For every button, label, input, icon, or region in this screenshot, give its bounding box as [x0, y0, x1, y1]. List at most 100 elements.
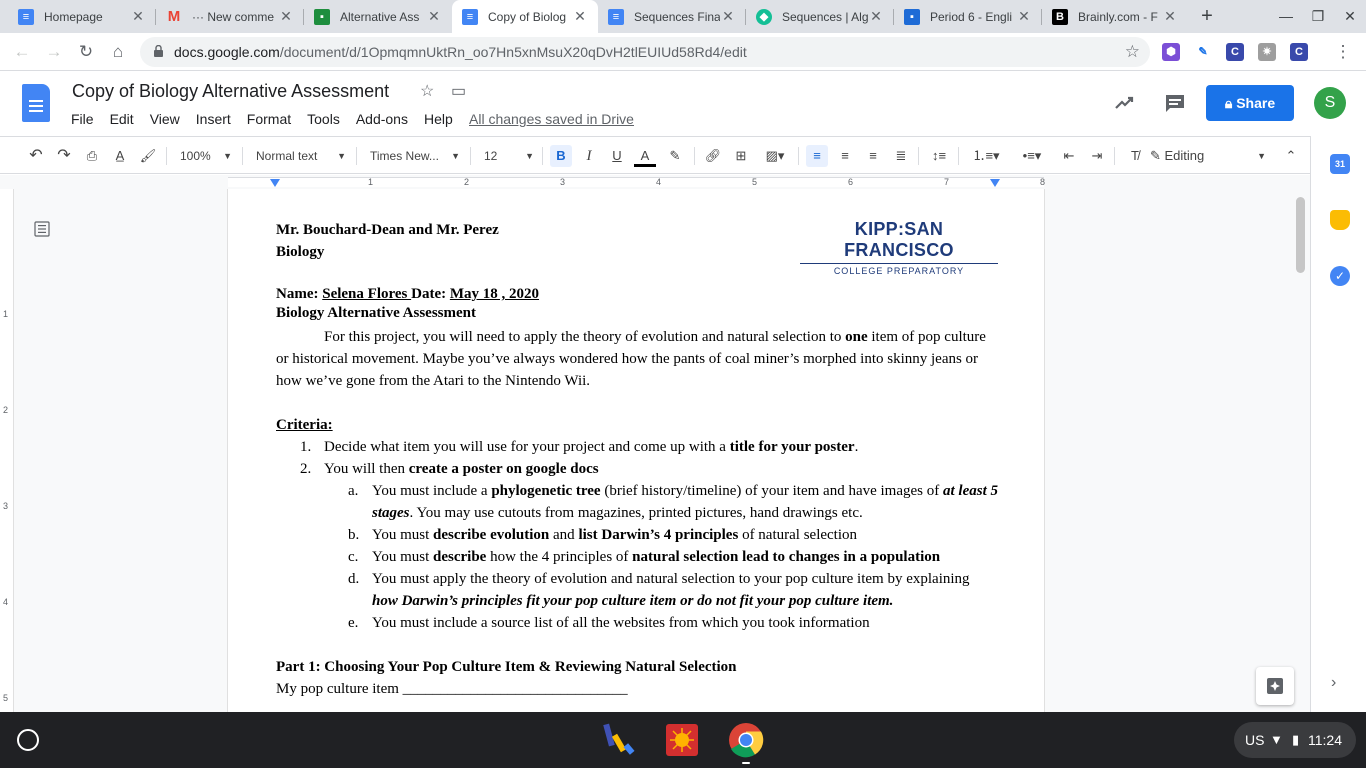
italic-button[interactable]: I — [578, 145, 600, 167]
game-app-icon[interactable] — [664, 722, 700, 758]
menu-view[interactable]: View — [142, 109, 188, 129]
insert-image-icon[interactable]: ▨▾ — [758, 145, 792, 167]
font-select[interactable]: Times New... ▼ — [370, 145, 460, 167]
forward-icon[interactable]: → — [41, 39, 67, 65]
minimize-icon[interactable]: — — [1270, 0, 1302, 33]
extension-puzzle-icon[interactable]: ⬢ — [1162, 43, 1180, 61]
paint-format-icon[interactable]: 🖌︎ — [138, 145, 158, 167]
clear-formatting-icon[interactable]: T̸ — [1124, 145, 1146, 167]
calendar-icon[interactable]: 31 — [1330, 154, 1350, 174]
redo-icon[interactable]: ↷ — [54, 145, 74, 167]
document-body[interactable]: Mr. Bouchard-Dean and Mr. Perez Biology … — [276, 219, 998, 700]
tasks-icon[interactable]: ✓ — [1330, 266, 1350, 286]
menu-tools[interactable]: Tools — [299, 109, 348, 129]
close-icon[interactable]: ✕ — [278, 8, 294, 25]
chevron-down-icon: ▼ — [223, 151, 232, 161]
vertical-scrollbar[interactable] — [1296, 197, 1305, 273]
close-icon[interactable]: ✕ — [1162, 8, 1178, 25]
status-tray[interactable]: US ▼ ▮ 11:24 — [1234, 722, 1356, 758]
collapse-toolbar-icon[interactable]: ⌃ — [1280, 145, 1302, 167]
extension-c-icon[interactable]: C — [1226, 43, 1244, 61]
align-right-icon[interactable]: ≡ — [862, 145, 884, 167]
tab-alternative-assessment[interactable]: ▪ Alternative Ass ✕ — [304, 0, 452, 33]
editing-mode-select[interactable]: ✎ Editing ▼ — [1150, 145, 1266, 167]
right-indent-marker[interactable] — [990, 179, 1000, 187]
pencil-icon: ✎ — [1150, 148, 1165, 163]
line-spacing-icon[interactable]: ↕≡ — [928, 145, 950, 167]
zoom-select[interactable]: 100% ▼ — [180, 145, 232, 167]
menu-help[interactable]: Help — [416, 109, 461, 129]
font-size-select[interactable]: 12 ▼ — [484, 145, 534, 167]
document-title[interactable]: Copy of Biology Alternative Assessment — [72, 81, 389, 102]
tab-sequences-final[interactable]: ≡ Sequences Fina ✕ — [598, 0, 746, 33]
text-color-button[interactable]: A — [634, 145, 656, 167]
explore-button[interactable] — [1256, 667, 1294, 705]
spellcheck-icon[interactable]: A̲ — [110, 145, 130, 167]
print-icon[interactable]: ⎙ — [82, 145, 102, 167]
underline-button[interactable]: U — [606, 145, 628, 167]
chrome-menu-icon[interactable]: ⋮ — [1330, 39, 1356, 65]
home-icon[interactable]: ⌂ — [105, 39, 131, 65]
tab-copy-of-biology[interactable]: ≡ Copy of Biolog ✕ — [452, 0, 598, 33]
bookmark-star-icon[interactable]: ☆ — [1125, 37, 1140, 67]
menu-insert[interactable]: Insert — [188, 109, 239, 129]
list-item: 2. You will then create a poster on googl… — [300, 461, 599, 477]
back-icon[interactable]: ← — [9, 39, 35, 65]
close-icon[interactable]: ✕ — [1016, 8, 1032, 25]
address-bar[interactable]: docs.google.com/document/d/1OpmqmnUktRn_… — [140, 37, 1150, 67]
classroom-app-icon[interactable] — [602, 722, 638, 758]
bulleted-list-icon[interactable]: •≡▾ — [1012, 145, 1052, 167]
undo-icon[interactable]: ↶ — [26, 145, 46, 167]
document-outline-icon[interactable] — [34, 221, 50, 237]
align-left-icon[interactable]: ≡ — [806, 145, 828, 167]
chrome-app-icon[interactable] — [728, 722, 764, 758]
menu-edit[interactable]: Edit — [102, 109, 142, 129]
tab-gmail[interactable]: M ··· New comme ✕ — [156, 0, 304, 33]
activity-trend-icon[interactable] — [1114, 93, 1134, 113]
close-icon[interactable]: ✕ — [720, 8, 736, 25]
add-comment-icon[interactable]: ⊞ — [730, 145, 752, 167]
align-center-icon[interactable]: ≡ — [834, 145, 856, 167]
reload-icon[interactable]: ↻ — [73, 39, 99, 65]
menu-format[interactable]: Format — [239, 109, 299, 129]
docs-home-icon[interactable] — [22, 84, 50, 122]
save-status[interactable]: All changes saved in Drive — [469, 111, 634, 127]
extension-gear-icon[interactable]: ✷ — [1258, 43, 1276, 61]
star-icon[interactable]: ☆ — [420, 81, 434, 101]
launcher-icon[interactable] — [17, 729, 39, 751]
expand-panel-icon[interactable]: › — [1331, 674, 1336, 692]
extension-rw-icon[interactable]: ✎ — [1194, 43, 1212, 61]
item-emphasis: describe evolution — [433, 527, 550, 543]
close-icon[interactable]: ✕ — [130, 8, 146, 25]
khan-icon: ◆ — [756, 8, 772, 25]
bold-button[interactable]: B — [550, 145, 572, 167]
numbered-list-icon[interactable]: ⒈≡▾ — [966, 145, 1006, 167]
close-icon[interactable]: ✕ — [868, 8, 884, 25]
tab-homepage[interactable]: ≡ Homepage ✕ — [8, 0, 156, 33]
restore-icon[interactable]: ❐ — [1302, 0, 1334, 33]
paragraph-style-select[interactable]: Normal text ▼ — [256, 145, 346, 167]
decrease-indent-icon[interactable]: ⇤ — [1058, 145, 1080, 167]
highlight-icon[interactable]: ✎ — [664, 145, 686, 167]
item-emphasis: create a poster on google docs — [408, 461, 599, 477]
account-avatar[interactable]: S — [1314, 87, 1346, 119]
tab-brainly[interactable]: B Brainly.com - F ✕ — [1042, 0, 1188, 33]
move-folder-icon[interactable]: ▭ — [451, 81, 466, 101]
link-icon[interactable]: 🔗︎ — [702, 145, 724, 167]
extension-c2-icon[interactable]: C — [1290, 43, 1308, 61]
tab-period-6-english[interactable]: ▪ Period 6 - Engli ✕ — [894, 0, 1042, 33]
justify-icon[interactable]: ≣ — [890, 145, 912, 167]
tab-sequences-algebra[interactable]: ◆ Sequences | Alg ✕ — [746, 0, 894, 33]
comments-icon[interactable] — [1164, 93, 1186, 115]
close-icon[interactable]: ✕ — [426, 8, 442, 25]
keep-icon[interactable] — [1330, 210, 1350, 230]
menu-file[interactable]: File — [63, 109, 102, 129]
menu-addons[interactable]: Add-ons — [348, 109, 416, 129]
close-icon[interactable]: ✕ — [572, 8, 588, 25]
document-page[interactable]: KIPP:SAN FRANCISCO COLLEGE PREPARATORY M… — [228, 189, 1044, 712]
new-tab-button[interactable]: + — [1196, 5, 1218, 27]
left-indent-marker[interactable] — [270, 179, 280, 187]
share-button[interactable]: 🔒︎ Share — [1206, 85, 1294, 121]
close-window-icon[interactable]: ✕ — [1334, 0, 1366, 33]
increase-indent-icon[interactable]: ⇥ — [1086, 145, 1108, 167]
